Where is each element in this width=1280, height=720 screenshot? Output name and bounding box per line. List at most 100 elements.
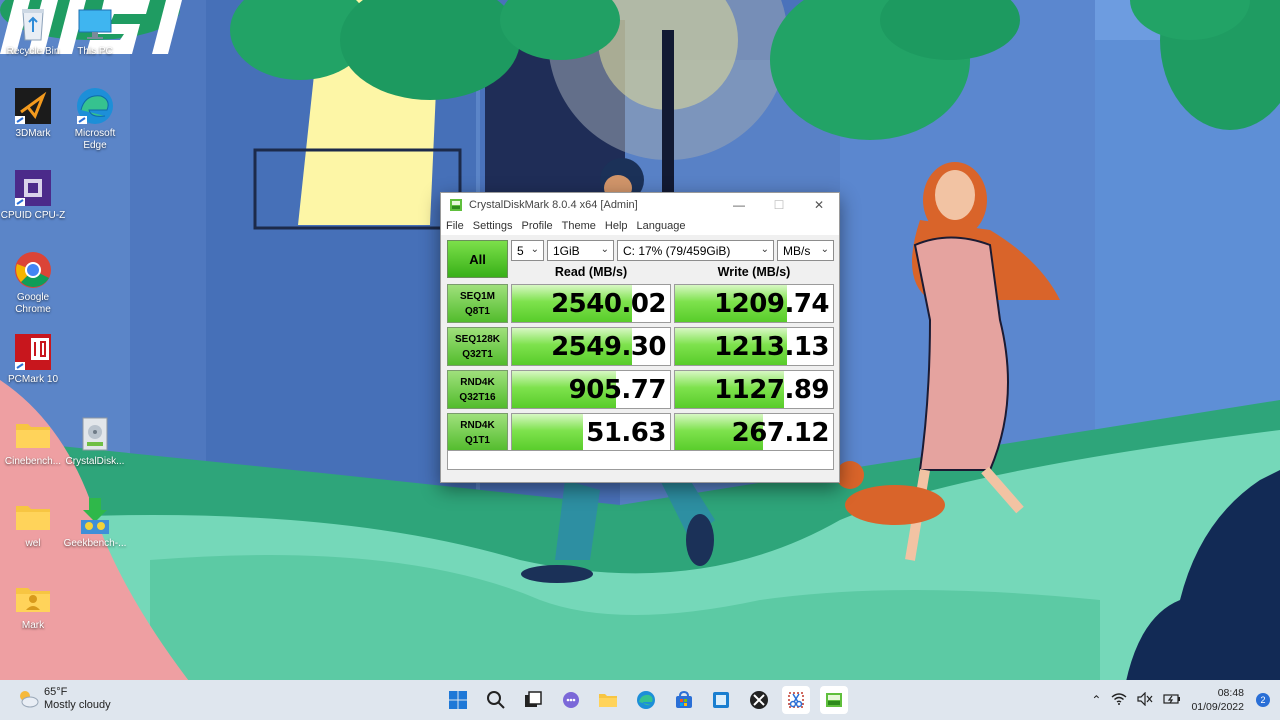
desktop-icon-label: This PC [77, 46, 113, 57]
test-button-rnd4k-q32t16[interactable]: RND4K Q32T16 [447, 370, 508, 409]
file-explorer-button[interactable] [594, 686, 622, 714]
xbox-icon [749, 691, 768, 709]
pcmark-icon [13, 332, 53, 372]
menu-profile[interactable]: Profile [521, 220, 552, 232]
clock[interactable]: 08:48 01/09/2022 [1191, 686, 1244, 714]
crystaldiskmark-icon [450, 198, 462, 211]
monitor-icon [75, 4, 115, 44]
chevron-up-icon[interactable]: ⌃ [1091, 693, 1101, 707]
chevron-down-icon: ⌄ [600, 244, 609, 255]
folder-icon [13, 496, 53, 536]
snipping-tool-button[interactable] [782, 686, 811, 714]
system-tray: ⌃ 08:48 01/09/2022 2 [1091, 680, 1270, 720]
photos-icon [713, 692, 730, 708]
desktop-icon-label: CPUID CPU-Z [0, 210, 66, 221]
minimize-button[interactable]: — [719, 193, 759, 216]
xbox-button[interactable] [745, 686, 773, 714]
store-button[interactable] [670, 686, 698, 714]
weather-widget[interactable]: 65°F Mostly cloudy [16, 686, 111, 712]
desktop-icon-crystaldisk[interactable]: CrystalDisk... [62, 414, 128, 468]
test-size-select[interactable]: 1GiB ⌄ [547, 240, 614, 261]
write-column-header: Write (MB/s) [717, 265, 791, 279]
read-result-cell: 2549.30 [511, 327, 671, 366]
weather-description: Mostly cloudy [44, 699, 111, 711]
write-result-value: 1209.74 [714, 289, 829, 319]
read-result-value: 905.77 [568, 375, 667, 405]
edge-icon [636, 691, 655, 709]
close-button[interactable]: ✕ [799, 193, 839, 216]
read-result-cell: 905.77 [511, 370, 671, 409]
clock-time: 08:48 [1217, 687, 1244, 699]
test-size-value: 1GiB [553, 243, 580, 258]
snipping-tool-icon [788, 692, 805, 708]
notification-badge[interactable]: 2 [1256, 693, 1270, 707]
crystaldiskmark-taskbar-button[interactable] [819, 686, 848, 714]
chat-icon [562, 692, 579, 708]
desktop-icon-google-chrome[interactable]: Google Chrome [0, 250, 66, 316]
menu-theme[interactable]: Theme [562, 220, 596, 232]
test-count-select[interactable]: 5 ⌄ [511, 240, 544, 261]
chat-button[interactable] [557, 686, 585, 714]
chevron-down-icon: ⌄ [820, 244, 829, 255]
menu-bar: File Settings Profile Theme Help Languag… [441, 216, 839, 235]
folder-icon [13, 414, 53, 454]
cpu-z-icon [13, 168, 53, 208]
drive-select[interactable]: C: 17% (79/459GiB) ⌄ [617, 240, 774, 261]
menu-settings[interactable]: Settings [473, 220, 513, 232]
desktop-icon-label: PCMark 10 [7, 374, 58, 385]
menu-file[interactable]: File [446, 220, 464, 232]
search-button[interactable] [482, 686, 510, 714]
test-button-rnd4k-q1t1[interactable]: RND4K Q1T1 [447, 413, 508, 452]
desktop-icon-label: Microsoft Edge [74, 128, 116, 151]
desktop-icon-3dmark[interactable]: 3DMark [0, 86, 66, 140]
weather-temperature: 65°F [44, 686, 68, 698]
desktop-icon-recycle-bin[interactable]: Recycle Bin [0, 4, 66, 58]
volume-muted-icon[interactable] [1137, 691, 1153, 709]
test-button-seq128k-q32t1[interactable]: SEQ128K Q32T1 [447, 327, 508, 366]
desktop-icon-cpuz[interactable]: CPUID CPU-Z [0, 168, 66, 222]
chrome-icon [13, 250, 53, 290]
start-button[interactable] [444, 686, 472, 714]
task-view-icon [525, 691, 542, 707]
desktop-icon-mark[interactable]: Mark [0, 578, 66, 632]
desktop-icon-label: Geekbench-... [63, 538, 127, 549]
unit-select[interactable]: MB/s ⌄ [777, 240, 834, 261]
file-explorer-icon [599, 694, 618, 707]
write-result-value: 1213.13 [714, 332, 829, 362]
result-bar [512, 414, 584, 451]
desktop-icon-this-pc[interactable]: This PC [62, 4, 128, 58]
read-column-header: Read (MB/s) [554, 265, 628, 279]
test-params: Q1T1 [464, 434, 490, 446]
wifi-icon[interactable] [1111, 692, 1127, 709]
desktop-icon-wel[interactable]: wel [0, 496, 66, 550]
test-name: RND4K [460, 419, 495, 431]
write-result-cell: 1127.89 [674, 370, 834, 409]
desktop-icon-pcmark[interactable]: PCMark 10 [0, 332, 66, 386]
chevron-down-icon: ⌄ [760, 244, 769, 255]
photos-button[interactable] [707, 686, 735, 714]
desktop-icon-label: CrystalDisk... [65, 456, 125, 467]
task-view-button[interactable] [519, 686, 547, 714]
desktop-icon-label: Google Chrome [15, 292, 51, 315]
comment-input[interactable] [447, 450, 834, 470]
crystaldiskmark-window: CrystalDiskMark 8.0.4 x64 [Admin] — ☐ ✕ … [440, 192, 840, 483]
read-result-value: 51.63 [586, 418, 666, 448]
partly-cloudy-icon [20, 691, 39, 708]
maximize-button[interactable]: ☐ [759, 193, 799, 216]
title-bar[interactable]: CrystalDiskMark 8.0.4 x64 [Admin] — ☐ ✕ [441, 193, 839, 216]
crystaldiskmark-icon [825, 693, 842, 707]
taskbar-apps [444, 686, 858, 714]
windows-logo-icon [449, 691, 467, 709]
edge-button[interactable] [632, 686, 660, 714]
desktop-icon-microsoft-edge[interactable]: Microsoft Edge [62, 86, 128, 152]
all-button[interactable]: All [447, 240, 508, 278]
menu-help[interactable]: Help [605, 220, 628, 232]
read-result-value: 2549.30 [551, 332, 666, 362]
battery-charging-icon[interactable] [1163, 692, 1181, 709]
clock-date: 01/09/2022 [1191, 701, 1244, 713]
menu-language[interactable]: Language [637, 220, 686, 232]
unit-value: MB/s [783, 243, 811, 258]
desktop-icon-geekbench[interactable]: Geekbench-... [62, 496, 128, 550]
test-button-seq1m-q8t1[interactable]: SEQ1M Q8T1 [447, 284, 508, 323]
desktop-icon-cinebench[interactable]: Cinebench... [0, 414, 66, 468]
